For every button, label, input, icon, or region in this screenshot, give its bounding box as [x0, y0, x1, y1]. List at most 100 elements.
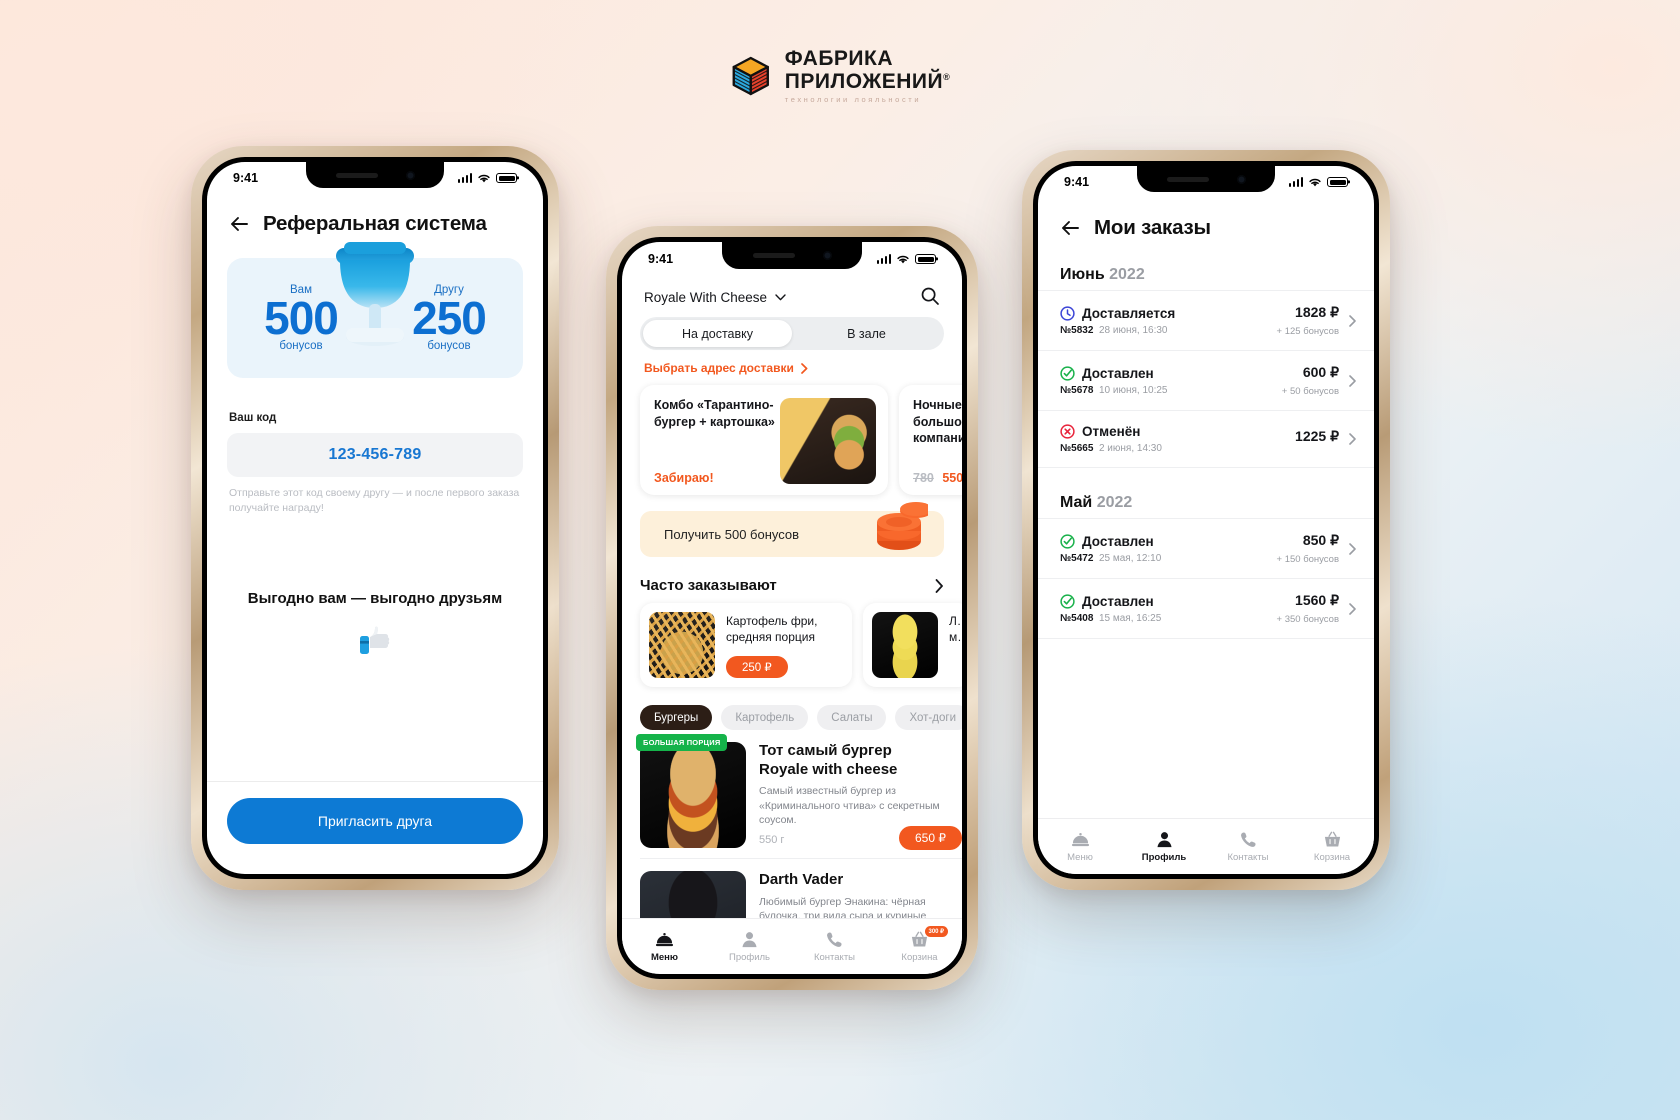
category-salads[interactable]: Салаты	[817, 705, 887, 730]
menu-item-price-button[interactable]: 650 ₽	[899, 826, 962, 850]
frequent-item[interactable]: Картофель фри, средняя порция 250 ₽	[640, 603, 852, 687]
order-datetime: 28 июня, 16:30	[1098, 324, 1168, 336]
frequent-item[interactable]: Л… м…	[863, 603, 962, 687]
back-arrow-icon[interactable]	[1060, 218, 1080, 238]
order-row[interactable]: Доставляется №5832 28 июня, 16:30 1828 ₽…	[1038, 290, 1374, 350]
invite-friend-button[interactable]: Пригласить друга	[227, 798, 523, 844]
tab-menu[interactable]: Меню	[1038, 819, 1122, 874]
tab-contacts[interactable]: Контакты	[792, 919, 877, 974]
phone3-bezel: 9:41 Мои заказы Июнь 2022 Доставляется №…	[1033, 161, 1379, 879]
code-label: Ваш код	[229, 412, 277, 424]
category-tabs[interactable]: Бургеры Картофель Салаты Хот-доги	[622, 687, 962, 730]
phone1-bezel: 9:41 Реферальная система Вам 500 бонусов…	[202, 157, 548, 879]
phone3-tab-bar[interactable]: Меню Профиль Контакты Корзина	[1038, 818, 1374, 874]
bonus-friend-unit: бонусов	[427, 340, 471, 353]
phone-orders: 9:41 Мои заказы Июнь 2022 Доставляется №…	[1022, 150, 1390, 890]
order-number: №5472	[1060, 552, 1094, 564]
basket-icon	[1324, 831, 1340, 847]
order-bonus: + 50 бонусов	[1281, 386, 1339, 397]
royale-burger-photo	[640, 742, 746, 848]
search-icon[interactable]	[920, 286, 940, 306]
tab-menu-label: Меню	[1067, 852, 1093, 863]
status-time: 9:41	[1064, 175, 1090, 189]
frequent-item-price[interactable]: 250 ₽	[726, 656, 788, 678]
cellular-signal-icon	[876, 254, 891, 264]
chevron-right-icon[interactable]	[1349, 542, 1356, 555]
promo-card[interactable]: Комбо «Тарантино-бургер + картошка» Заби…	[640, 385, 888, 495]
frequent-item-title: Л… м…	[949, 614, 962, 644]
order-row[interactable]: Доставлен №5408 15 мая, 16:25 1560 ₽ + 3…	[1038, 578, 1374, 638]
phone-menu: 9:41 Royale With Cheese На доставку В за…	[606, 226, 978, 990]
frequent-carousel[interactable]: Картофель фри, средняя порция 250 ₽ Л… м…	[622, 594, 962, 687]
tab-cart[interactable]: Корзина	[1290, 819, 1374, 874]
promo-carousel[interactable]: Комбо «Тарантино-бургер + картошка» Заби…	[622, 375, 962, 495]
promo-title: Ночные р… большой … компании	[913, 398, 962, 445]
tab-cart[interactable]: 300 ₽ Корзина	[877, 919, 962, 974]
order-group-year: 2022	[1109, 266, 1145, 283]
tab-contacts[interactable]: Контакты	[1206, 819, 1290, 874]
cart-badge: 300 ₽	[924, 926, 948, 937]
person-icon	[742, 932, 757, 948]
order-bonus: + 150 бонусов	[1276, 554, 1339, 565]
tab-menu[interactable]: Меню	[622, 919, 707, 974]
order-total: 1225 ₽	[1295, 428, 1339, 444]
choose-address-label: Выбрать адрес доставки	[644, 361, 794, 375]
logo-tagline: технологии лояльности	[784, 95, 922, 104]
order-row[interactable]: Отменён №5665 2 июня, 14:30 1225 ₽	[1038, 410, 1374, 467]
order-group-year: 2022	[1096, 494, 1133, 511]
battery-icon	[496, 173, 517, 183]
cellular-signal-icon	[457, 173, 472, 183]
order-datetime: 10 июня, 10:25	[1098, 384, 1168, 396]
order-status: Доставляется	[1082, 305, 1176, 321]
combo-burger-fries-photo	[780, 398, 876, 484]
order-list-bottom-divider	[1038, 638, 1374, 639]
order-total: 1560 ₽	[1295, 592, 1339, 608]
frequent-section-header: Часто заказывают	[640, 577, 944, 594]
back-arrow-icon[interactable]	[229, 214, 249, 234]
thumbs-up-icon	[360, 626, 390, 654]
promo-action[interactable]: Забираю!	[654, 471, 780, 485]
order-group-divider	[1038, 467, 1374, 468]
chevron-right-icon[interactable]	[1349, 433, 1356, 445]
page-title: Реферальная система	[263, 212, 487, 235]
phone2-tab-bar[interactable]: Меню Профиль Контакты 300 ₽ Корзина	[622, 918, 962, 974]
bonus-friend-amount: 250	[412, 291, 487, 344]
chevron-down-icon	[775, 294, 786, 301]
order-row[interactable]: Доставлен №5678 10 июня, 10:25 600 ₽ + 5…	[1038, 350, 1374, 410]
promo-card[interactable]: Ночные р… большой … компании 780 550 ₽	[899, 385, 962, 495]
phone-icon	[827, 932, 842, 947]
bonus-you-unit: бонусов	[279, 340, 323, 353]
chevron-right-icon[interactable]	[1349, 374, 1356, 387]
battery-icon	[1327, 177, 1348, 187]
chevron-right-icon[interactable]	[935, 578, 944, 593]
category-hotdogs[interactable]: Хот-доги	[895, 705, 962, 730]
bonus-banner[interactable]: Получить 500 бонусов	[640, 502, 944, 557]
tab-profile[interactable]: Профиль	[1122, 819, 1206, 874]
menu-item-royale[interactable]: БОЛЬШАЯ ПОРЦИЯ Тот самый бургер Royale wi…	[622, 730, 962, 858]
brand-logo: ФАБРИКА ПРИЛОЖЕНИЙ® технологии лояльност…	[730, 48, 950, 104]
cancel-icon	[1060, 424, 1075, 439]
wifi-icon	[1309, 178, 1321, 186]
order-number: №5408	[1060, 612, 1094, 624]
promo-price-new: 550 ₽	[942, 471, 962, 485]
category-burgers[interactable]: Бургеры	[640, 705, 713, 730]
segment-delivery[interactable]: На доставку	[643, 320, 792, 347]
chevron-right-icon[interactable]	[1349, 314, 1356, 327]
order-row[interactable]: Доставлен №5472 25 мая, 12:10 850 ₽ + 15…	[1038, 518, 1374, 578]
tab-cart-label: Корзина	[901, 952, 938, 963]
status-time: 9:41	[233, 171, 259, 185]
order-type-segmented-control[interactable]: На доставку В зале	[640, 317, 944, 350]
chevron-right-icon[interactable]	[1349, 602, 1356, 615]
choose-address-link[interactable]: Выбрать адрес доставки	[644, 361, 962, 375]
big-portion-badge: БОЛЬШАЯ ПОРЦИЯ	[636, 734, 728, 751]
check-icon	[1060, 533, 1075, 549]
segment-dinein[interactable]: В зале	[792, 320, 941, 347]
menu-dome-icon	[1071, 832, 1089, 847]
order-datetime: 25 мая, 12:10	[1098, 552, 1162, 564]
promo-price-old: 780	[913, 471, 934, 485]
tab-profile[interactable]: Профиль	[707, 919, 792, 974]
phone1-screen: 9:41 Реферальная система Вам 500 бонусов…	[207, 162, 543, 874]
category-potato[interactable]: Картофель	[721, 705, 809, 730]
referral-code-field[interactable]: 123-456-789	[227, 433, 523, 477]
wifi-icon	[897, 255, 909, 263]
